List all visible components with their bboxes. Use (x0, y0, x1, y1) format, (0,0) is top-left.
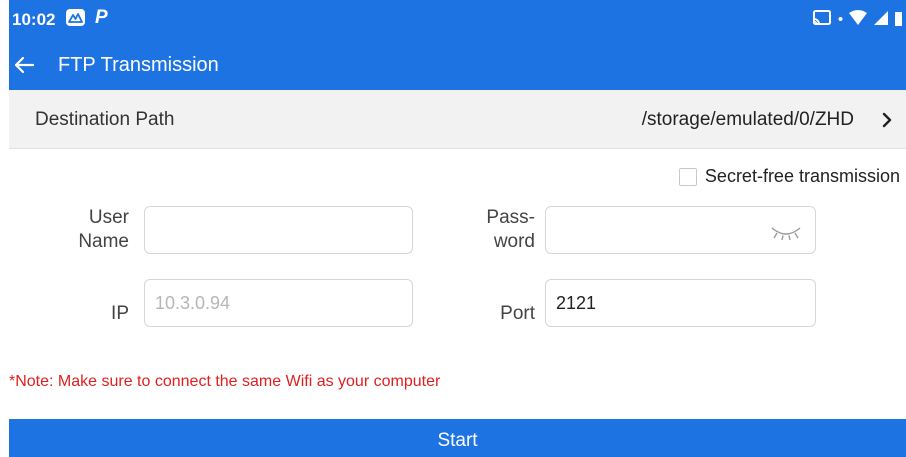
username-label-line1: User (88, 207, 129, 228)
password-label: Pass- word (455, 206, 535, 254)
dot-icon (838, 17, 843, 21)
status-bar: 10:02 P (9, 0, 906, 38)
destination-path-value: /storage/emulated/0/ZHD (641, 109, 854, 130)
secret-free-checkbox[interactable] (678, 167, 697, 186)
ip-placeholder: 10.3.0.94 (155, 292, 231, 313)
title-bar: FTP Transmission (9, 45, 906, 85)
battery-icon (895, 12, 902, 26)
username-label-line2: Name (78, 231, 129, 252)
port-input[interactable]: 2121 (545, 279, 816, 327)
username-input[interactable] (144, 206, 413, 254)
password-label-line1: Pass- (486, 207, 535, 228)
status-icons (812, 10, 902, 26)
destination-path-label: Destination Path (35, 109, 175, 130)
password-label-line2: word (493, 231, 535, 252)
app-bar: 10:02 P FTP Transmission (9, 0, 906, 90)
wifi-note: *Note: Make sure to connect the same Wif… (9, 373, 441, 390)
port-label: Port (500, 303, 535, 324)
app-window: 10:02 P FTP Transmission Destination Pat… (9, 0, 906, 457)
start-button[interactable]: Start (9, 419, 906, 457)
secret-free-label: Secret-free transmission (704, 166, 900, 186)
signal-icon (874, 11, 888, 25)
status-time: 10:02 (12, 10, 56, 29)
page-title: FTP Transmission (58, 54, 219, 76)
username-label: User Name (65, 206, 129, 254)
destination-path-row[interactable]: Destination Path /storage/emulated/0/ZHD (9, 90, 906, 149)
chevron-right-icon (882, 112, 892, 128)
eye-closed-icon[interactable] (769, 224, 803, 242)
ip-input[interactable]: 10.3.0.94 (144, 279, 413, 327)
port-value: 2121 (556, 292, 597, 313)
cast-icon (813, 10, 831, 25)
notification-icon (66, 9, 85, 26)
ip-label: IP (111, 303, 129, 324)
secret-free-option[interactable]: Secret-free transmission (678, 166, 900, 187)
wifi-icon (849, 10, 867, 25)
password-input[interactable] (545, 206, 816, 254)
back-arrow-icon[interactable] (11, 52, 37, 78)
parking-icon: P (95, 7, 108, 28)
